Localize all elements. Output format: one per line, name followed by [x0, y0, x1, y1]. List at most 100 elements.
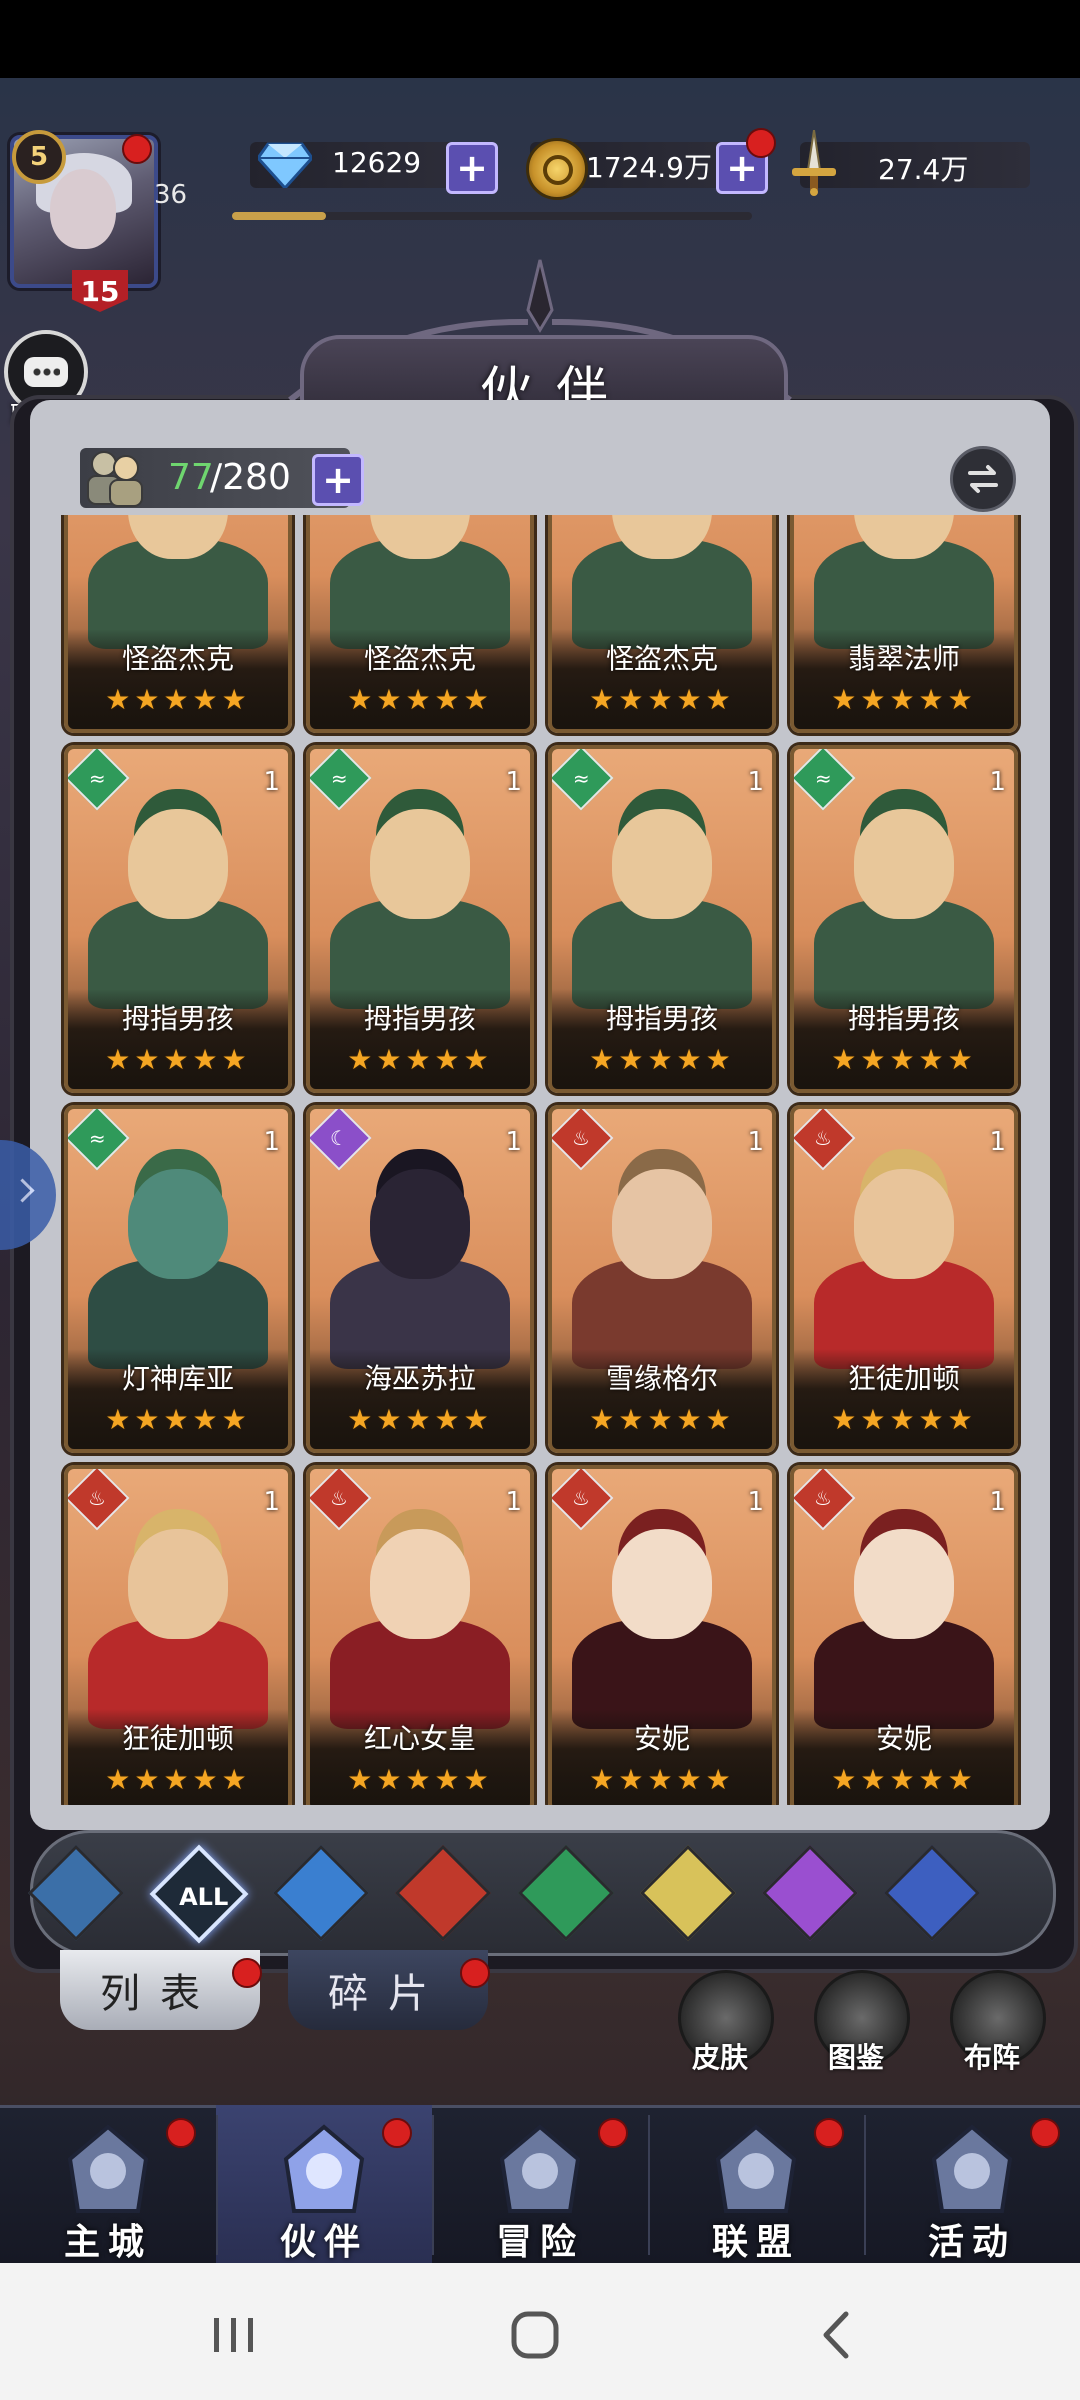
partner-grid: 怪盗杰克 ★★★★★ 怪盗杰克 ★★★★★ 怪盗杰克 ★★★★★ 翡翠法师 ★★…: [56, 515, 1024, 1805]
partner-card[interactable]: 怪盗杰克 ★★★★★: [306, 515, 534, 733]
filter-light-button[interactable]: [639, 1844, 737, 1942]
partner-card[interactable]: 海巫苏拉 ★★★★★ ☾ 1: [306, 1105, 534, 1453]
gold-value: 1724.9万: [586, 151, 712, 184]
recent-apps-icon[interactable]: [204, 2310, 264, 2360]
diamond-icon: [258, 142, 312, 188]
partner-name: 拇指男孩: [605, 1002, 718, 1035]
partner-card[interactable]: 安妮 ★★★★★ ♨ 1: [790, 1465, 1018, 1805]
partner-portrait: [310, 515, 530, 649]
portrait-head: [370, 1169, 470, 1279]
partner-level: 1: [263, 1127, 280, 1157]
status-bar: [0, 0, 1080, 78]
partner-portrait: [552, 515, 772, 649]
filter-fire-button[interactable]: [394, 1844, 492, 1942]
partner-card[interactable]: 红心女皇 ★★★★★ ♨ 1: [306, 1465, 534, 1805]
nav-label: 伙伴: [279, 2222, 368, 2263]
partner-card[interactable]: 狂徒加顿 ★★★★★ ♨ 1: [64, 1465, 292, 1805]
filter-all-button[interactable]: ALL: [149, 1844, 249, 1944]
portrait-head: [128, 809, 228, 919]
portrait-head: [854, 809, 954, 919]
partner-name: 雪缘格尔: [605, 1362, 718, 1395]
partner-level: 1: [989, 1127, 1006, 1157]
partner-card[interactable]: 拇指男孩 ★★★★★ ≈1: [306, 745, 534, 1093]
nav-separator: [648, 2115, 650, 2255]
partner-name: 海巫苏拉: [363, 1362, 476, 1395]
stamina-value: 36: [154, 180, 188, 210]
partner-card[interactable]: 拇指男孩 ★★★★★ ≈1: [790, 745, 1018, 1093]
tab-fragments-label: 碎片: [328, 1971, 448, 2017]
partner-level: 1: [505, 767, 522, 797]
roster-total-count: /280: [210, 457, 291, 498]
partner-level: 1: [747, 1127, 764, 1157]
tab-list[interactable]: 列表: [60, 1950, 260, 2030]
chat-icon: [24, 357, 68, 387]
expand-roster-button[interactable]: +: [312, 454, 364, 506]
nav-label: 冒险: [495, 2222, 584, 2263]
partner-name: 红心女皇: [363, 1722, 476, 1755]
partner-card[interactable]: 怪盗杰克 ★★★★★: [548, 515, 776, 733]
partner-level: 1: [263, 767, 280, 797]
witch-hat-icon: [283, 2124, 365, 2213]
tab-list-label: 列表: [100, 1971, 220, 2017]
partner-card[interactable]: 拇指男孩 ★★★★★ ≈1: [548, 745, 776, 1093]
partner-name: 狂徒加顿: [121, 1722, 234, 1755]
exp-progress-bar: [232, 212, 752, 220]
gold-coin-icon: [526, 138, 588, 200]
home-icon[interactable]: [506, 2310, 566, 2360]
tab-fragments-dot: [460, 1958, 490, 1988]
partner-stars: ★★★★★: [589, 683, 735, 716]
partner-name: 怪盗杰克: [121, 642, 234, 675]
partners-icon: [87, 451, 143, 507]
tab-fragments[interactable]: 碎片: [288, 1950, 488, 2030]
filter-wind-button[interactable]: [517, 1844, 615, 1942]
partner-stars: ★★★★★: [347, 1043, 493, 1076]
sword-power-icon: [792, 130, 836, 196]
partner-stars: ★★★★★: [831, 1043, 977, 1076]
partner-level: 1: [505, 1487, 522, 1517]
partner-card[interactable]: 狂徒加顿 ★★★★★ ♨ 1: [790, 1105, 1018, 1453]
portrait-head: [854, 1169, 954, 1279]
portrait-head: [370, 1529, 470, 1639]
partner-level: 1: [505, 1127, 522, 1157]
element-filter-bar: ALL: [27, 1830, 1056, 1956]
codex-label: 图鉴: [828, 2041, 885, 2074]
player-level-value: 5: [29, 142, 49, 172]
partner-stars: ★★★★★: [589, 1043, 735, 1076]
partner-card[interactable]: 拇指男孩 ★★★★★ ≈1: [64, 745, 292, 1093]
sort-toggle-button[interactable]: [950, 446, 1016, 512]
partner-card[interactable]: 翡翠法师 ★★★★★: [790, 515, 1018, 733]
partner-card[interactable]: 灯神库亚 ★★★★★ ≈1: [64, 1105, 292, 1453]
partner-stars: ★★★★★: [347, 1763, 493, 1796]
shield-icon: [715, 2124, 797, 2213]
portrait-head: [128, 1169, 228, 1279]
filter-star-button[interactable]: [883, 1844, 981, 1942]
nav-notification-dot: [598, 2118, 628, 2148]
nav-separator: [216, 2115, 218, 2255]
nav-label: 主城: [63, 2222, 152, 2263]
nav-label: 活动: [927, 2222, 1016, 2263]
partner-name: 狂徒加顿: [847, 1362, 960, 1395]
castle-icon: [67, 2124, 149, 2213]
portrait-head: [854, 1529, 954, 1639]
partner-stars: ★★★★★: [105, 1403, 251, 1436]
partner-name: 拇指男孩: [363, 1002, 476, 1035]
partner-card[interactable]: 雪缘格尔 ★★★★★ ♨ 1: [548, 1105, 776, 1453]
partner-level: 1: [747, 767, 764, 797]
formation-label: 布阵: [964, 2041, 1021, 2074]
portrait-head: [612, 1169, 712, 1279]
back-icon[interactable]: [808, 2310, 868, 2360]
partner-stars: ★★★★★: [347, 1403, 493, 1436]
filter-water-button[interactable]: [272, 1844, 370, 1942]
partner-card[interactable]: 安妮 ★★★★★ ♨ 1: [548, 1465, 776, 1805]
filter-all-label: ALL: [179, 1883, 229, 1912]
nav-separator: [432, 2115, 434, 2255]
partner-card[interactable]: 怪盗杰克 ★★★★★: [64, 515, 292, 733]
portrait-head: [612, 1529, 712, 1639]
partner-stars: ★★★★★: [105, 1043, 251, 1076]
filter-all-elements-button[interactable]: [27, 1844, 125, 1942]
filter-dark-button[interactable]: [761, 1844, 859, 1942]
add-gems-button[interactable]: +: [446, 142, 498, 194]
partner-name: 灯神库亚: [121, 1362, 234, 1395]
exp-progress-fill: [232, 212, 326, 220]
partner-level: 1: [747, 1487, 764, 1517]
